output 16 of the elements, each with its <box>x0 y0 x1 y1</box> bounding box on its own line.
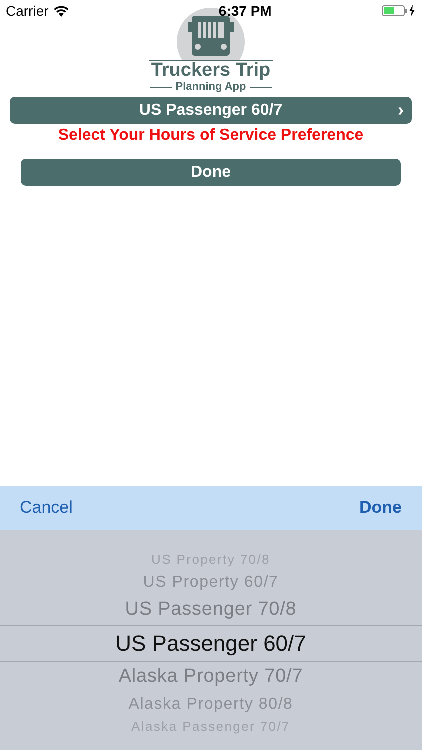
picker-option[interactable]: US Property 60/7 <box>0 570 422 595</box>
clock-time: 6:37 PM <box>218 3 272 19</box>
done-button[interactable]: Done <box>348 492 414 524</box>
logo-subtitle: Planning App <box>176 81 246 93</box>
wifi-icon <box>54 6 69 16</box>
hours-selector[interactable]: US Passenger 60/7 › <box>10 97 412 124</box>
picker-option[interactable]: Alaska Property 80/8 <box>0 692 422 717</box>
picker-option[interactable]: US Passenger 60/7 <box>0 625 422 662</box>
carrier-name: Carrier <box>6 3 49 19</box>
instruction-text: Select Your Hours of Service Preference <box>57 127 365 145</box>
done-button[interactable]: Done <box>21 159 401 186</box>
battery-icon <box>382 5 416 17</box>
cancel-button[interactable]: Cancel <box>8 492 85 524</box>
picker-option[interactable]: Alaska Property 70/7 <box>0 662 422 692</box>
logo-title: Truckers Trip <box>151 61 271 81</box>
picker-option[interactable]: US Passenger 70/8 <box>0 595 422 625</box>
